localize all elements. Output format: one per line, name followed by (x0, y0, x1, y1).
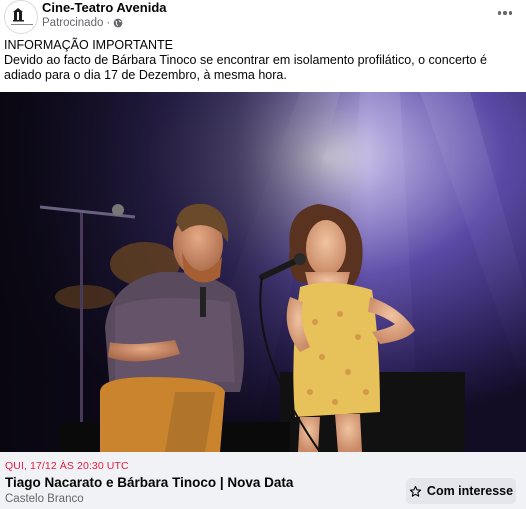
event-title[interactable]: Tiago Nacarato e Bárbara Tinoco | Nova D… (5, 475, 293, 490)
post-header: Cine-Teatro Avenida Patrocinado · (0, 0, 526, 34)
avatar-logo (5, 1, 37, 33)
page-name[interactable]: Cine-Teatro Avenida (42, 0, 166, 16)
event-date: QUI, 17/12 ÀS 20:30 UTC (5, 460, 129, 472)
post-text-body: Devido ao facto de Bárbara Tinoco se enc… (4, 53, 487, 82)
more-dots-icon (503, 11, 507, 15)
interested-button-label: Com interesse (426, 484, 514, 498)
more-dots-icon (508, 11, 513, 15)
post-text-heading: INFORMAÇÃO IMPORTANTE (4, 38, 173, 52)
sponsored-line: Patrocinado · (42, 16, 123, 30)
event-info-bar[interactable]: QUI, 17/12 ÀS 20:30 UTC Tiago Nacarato e… (0, 452, 526, 509)
globe-icon (113, 18, 123, 28)
event-location: Castelo Branco (5, 493, 84, 505)
star-outline-icon (409, 485, 422, 497)
page-avatar[interactable] (4, 0, 38, 34)
event-photo[interactable] (0, 92, 526, 452)
interested-button[interactable]: Com interesse (406, 478, 516, 504)
concert-photo (0, 92, 526, 452)
more-options-button[interactable] (492, 2, 518, 24)
sponsored-label[interactable]: Patrocinado (42, 16, 103, 30)
more-dots-icon (497, 11, 502, 15)
post-text: INFORMAÇÃO IMPORTANTE Devido ao facto de… (4, 38, 520, 83)
sponsored-separator: · (106, 17, 111, 29)
